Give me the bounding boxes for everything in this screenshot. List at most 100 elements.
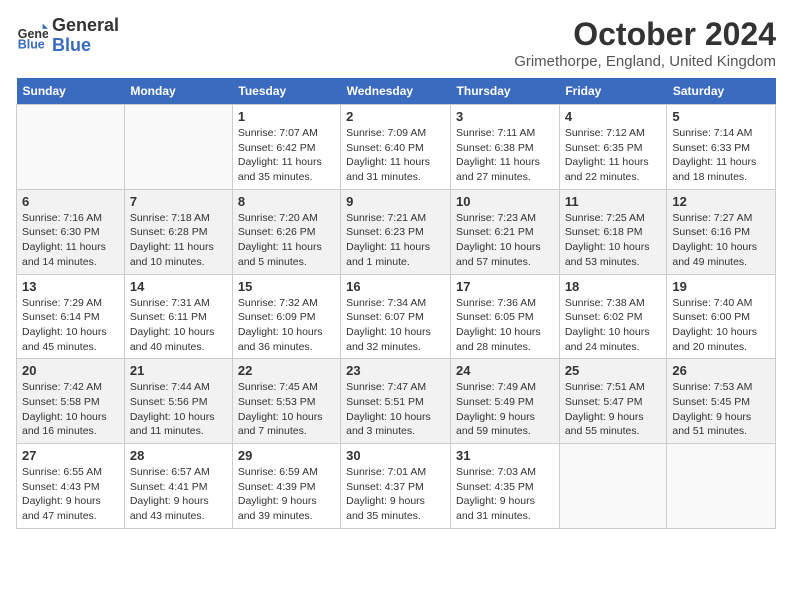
calendar-cell: 1 Sunrise: 7:07 AMSunset: 6:42 PMDaylight… — [232, 105, 340, 190]
day-number: 5 — [672, 109, 770, 124]
day-info: Sunrise: 7:09 AMSunset: 6:40 PMDaylight:… — [346, 126, 445, 185]
day-number: 24 — [456, 363, 554, 378]
day-number: 10 — [456, 194, 554, 209]
day-info: Sunrise: 7:44 AMSunset: 5:56 PMDaylight:… — [130, 380, 227, 439]
day-number: 28 — [130, 448, 227, 463]
calendar-cell: 27 Sunrise: 6:55 AMSunset: 4:43 PMDayligh… — [17, 444, 125, 529]
calendar-cell: 25 Sunrise: 7:51 AMSunset: 5:47 PMDayligh… — [559, 359, 667, 444]
day-number: 1 — [238, 109, 335, 124]
day-info: Sunrise: 7:27 AMSunset: 6:16 PMDaylight:… — [672, 211, 770, 270]
day-info: Sunrise: 7:03 AMSunset: 4:35 PMDaylight:… — [456, 465, 554, 524]
day-info: Sunrise: 7:01 AMSunset: 4:37 PMDaylight:… — [346, 465, 445, 524]
day-number: 21 — [130, 363, 227, 378]
day-number: 30 — [346, 448, 445, 463]
calendar-cell: 3 Sunrise: 7:11 AMSunset: 6:38 PMDaylight… — [451, 105, 560, 190]
calendar-cell: 20 Sunrise: 7:42 AMSunset: 5:58 PMDayligh… — [17, 359, 125, 444]
calendar-cell: 11Sunrise: 7:25 AMSunset: 6:18 PMDayligh… — [559, 189, 667, 274]
day-number: 6 — [22, 194, 119, 209]
weekday-header-tuesday: Tuesday — [232, 78, 340, 105]
page-header: General Blue General Blue October 2024 G… — [16, 16, 776, 70]
calendar-cell: 14Sunrise: 7:31 AMSunset: 6:11 PMDayligh… — [124, 274, 232, 359]
weekday-header-friday: Friday — [559, 78, 667, 105]
weekday-header-monday: Monday — [124, 78, 232, 105]
calendar-cell: 15 Sunrise: 7:32 AMSunset: 6:09 PMDayligh… — [232, 274, 340, 359]
day-info: Sunrise: 7:45 AMSunset: 5:53 PMDaylight:… — [238, 380, 335, 439]
logo: General Blue General Blue — [16, 16, 119, 56]
day-number: 14 — [130, 279, 227, 294]
calendar-cell: 12 Sunrise: 7:27 AMSunset: 6:16 PMDayligh… — [667, 189, 776, 274]
calendar-cell: 30 Sunrise: 7:01 AMSunset: 4:37 PMDayligh… — [341, 444, 451, 529]
logo-text: General Blue — [52, 16, 119, 56]
day-info: Sunrise: 7:16 AMSunset: 6:30 PMDaylight:… — [22, 211, 119, 270]
day-number: 18 — [565, 279, 662, 294]
day-number: 27 — [22, 448, 119, 463]
calendar-cell: 5 Sunrise: 7:14 AMSunset: 6:33 PMDaylight… — [667, 105, 776, 190]
day-info: Sunrise: 7:32 AMSunset: 6:09 PMDaylight:… — [238, 296, 335, 355]
location-subtitle: Grimethorpe, England, United Kingdom — [514, 53, 776, 70]
calendar-cell: 26 Sunrise: 7:53 AMSunset: 5:45 PMDayligh… — [667, 359, 776, 444]
calendar-week-row: 20 Sunrise: 7:42 AMSunset: 5:58 PMDayligh… — [17, 359, 776, 444]
weekday-header-thursday: Thursday — [451, 78, 560, 105]
day-info: Sunrise: 7:38 AMSunset: 6:02 PMDaylight:… — [565, 296, 662, 355]
calendar-cell: 23 Sunrise: 7:47 AMSunset: 5:51 PMDayligh… — [341, 359, 451, 444]
logo-line1: General — [52, 16, 119, 36]
day-number: 19 — [672, 279, 770, 294]
day-info: Sunrise: 7:36 AMSunset: 6:05 PMDaylight:… — [456, 296, 554, 355]
calendar-cell: 8Sunrise: 7:20 AMSunset: 6:26 PMDaylight… — [232, 189, 340, 274]
title-block: October 2024 Grimethorpe, England, Unite… — [514, 16, 776, 70]
day-info: Sunrise: 6:55 AMSunset: 4:43 PMDaylight:… — [22, 465, 119, 524]
calendar-cell: 4Sunrise: 7:12 AMSunset: 6:35 PMDaylight… — [559, 105, 667, 190]
day-info: Sunrise: 7:53 AMSunset: 5:45 PMDaylight:… — [672, 380, 770, 439]
day-info: Sunrise: 7:34 AMSunset: 6:07 PMDaylight:… — [346, 296, 445, 355]
calendar-cell: 28 Sunrise: 6:57 AMSunset: 4:41 PMDayligh… — [124, 444, 232, 529]
day-info: Sunrise: 7:47 AMSunset: 5:51 PMDaylight:… — [346, 380, 445, 439]
calendar-cell: 9 Sunrise: 7:21 AMSunset: 6:23 PMDaylight… — [341, 189, 451, 274]
day-info: Sunrise: 7:07 AMSunset: 6:42 PMDaylight:… — [238, 126, 335, 185]
logo-line2: Blue — [52, 36, 119, 56]
day-number: 15 — [238, 279, 335, 294]
day-number: 12 — [672, 194, 770, 209]
day-info: Sunrise: 7:11 AMSunset: 6:38 PMDaylight:… — [456, 126, 554, 185]
day-info: Sunrise: 7:29 AMSunset: 6:14 PMDaylight:… — [22, 296, 119, 355]
calendar-cell — [667, 444, 776, 529]
day-info: Sunrise: 7:25 AMSunset: 6:18 PMDaylight:… — [565, 211, 662, 270]
day-number: 17 — [456, 279, 554, 294]
day-info: Sunrise: 7:14 AMSunset: 6:33 PMDaylight:… — [672, 126, 770, 185]
day-number: 22 — [238, 363, 335, 378]
calendar-table: SundayMondayTuesdayWednesdayThursdayFrid… — [16, 78, 776, 529]
day-number: 8 — [238, 194, 335, 209]
calendar-week-row: 27 Sunrise: 6:55 AMSunset: 4:43 PMDayligh… — [17, 444, 776, 529]
svg-text:Blue: Blue — [18, 37, 45, 51]
day-info: Sunrise: 7:42 AMSunset: 5:58 PMDaylight:… — [22, 380, 119, 439]
logo-icon: General Blue — [16, 20, 48, 52]
calendar-cell — [124, 105, 232, 190]
day-number: 9 — [346, 194, 445, 209]
calendar-cell: 6 Sunrise: 7:16 AMSunset: 6:30 PMDaylight… — [17, 189, 125, 274]
calendar-cell: 24 Sunrise: 7:49 AMSunset: 5:49 PMDayligh… — [451, 359, 560, 444]
day-number: 25 — [565, 363, 662, 378]
day-number: 16 — [346, 279, 445, 294]
calendar-cell — [17, 105, 125, 190]
weekday-header-saturday: Saturday — [667, 78, 776, 105]
day-number: 2 — [346, 109, 445, 124]
month-title: October 2024 — [514, 16, 776, 53]
calendar-cell: 18 Sunrise: 7:38 AMSunset: 6:02 PMDayligh… — [559, 274, 667, 359]
day-info: Sunrise: 7:18 AMSunset: 6:28 PMDaylight:… — [130, 211, 227, 270]
day-info: Sunrise: 7:23 AMSunset: 6:21 PMDaylight:… — [456, 211, 554, 270]
calendar-cell — [559, 444, 667, 529]
day-number: 23 — [346, 363, 445, 378]
weekday-header-row: SundayMondayTuesdayWednesdayThursdayFrid… — [17, 78, 776, 105]
calendar-cell: 17 Sunrise: 7:36 AMSunset: 6:05 PMDayligh… — [451, 274, 560, 359]
day-number: 20 — [22, 363, 119, 378]
day-info: Sunrise: 6:57 AMSunset: 4:41 PMDaylight:… — [130, 465, 227, 524]
day-info: Sunrise: 7:21 AMSunset: 6:23 PMDaylight:… — [346, 211, 445, 270]
calendar-week-row: 6 Sunrise: 7:16 AMSunset: 6:30 PMDaylight… — [17, 189, 776, 274]
calendar-cell: 22 Sunrise: 7:45 AMSunset: 5:53 PMDayligh… — [232, 359, 340, 444]
day-number: 26 — [672, 363, 770, 378]
day-info: Sunrise: 7:51 AMSunset: 5:47 PMDaylight:… — [565, 380, 662, 439]
day-info: Sunrise: 7:49 AMSunset: 5:49 PMDaylight:… — [456, 380, 554, 439]
day-number: 3 — [456, 109, 554, 124]
day-info: Sunrise: 7:40 AMSunset: 6:00 PMDaylight:… — [672, 296, 770, 355]
day-number: 31 — [456, 448, 554, 463]
weekday-header-wednesday: Wednesday — [341, 78, 451, 105]
